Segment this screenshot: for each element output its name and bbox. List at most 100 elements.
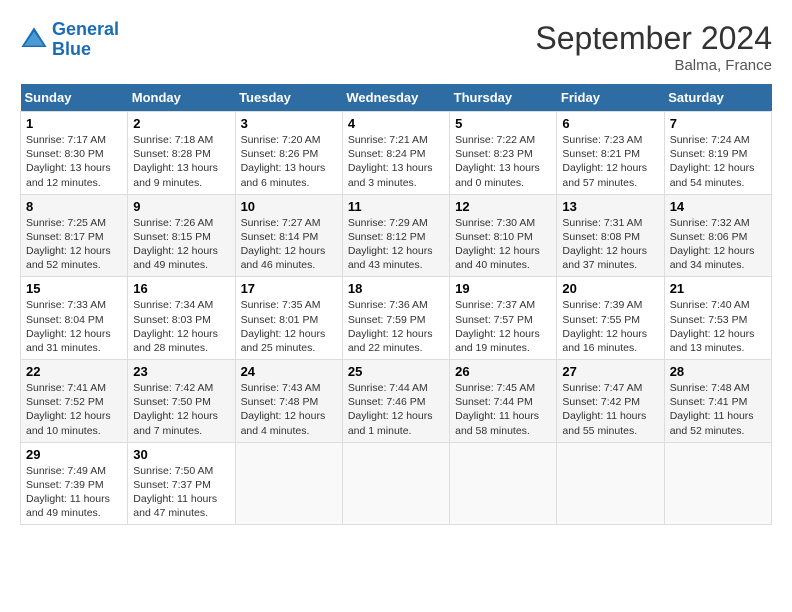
title-block: September 2024 Balma, France — [535, 20, 772, 74]
day-info: Sunrise: 7:39 AMSunset: 7:55 PMDaylight:… — [562, 299, 647, 354]
logo-icon — [20, 26, 48, 54]
day-number: 30 — [133, 447, 229, 462]
col-saturday: Saturday — [664, 84, 771, 112]
day-number: 17 — [241, 281, 337, 296]
day-info: Sunrise: 7:50 AMSunset: 7:37 PMDaylight:… — [133, 465, 217, 520]
day-number: 24 — [241, 364, 337, 379]
table-row: 21 Sunrise: 7:40 AMSunset: 7:53 PMDaylig… — [664, 277, 771, 360]
day-info: Sunrise: 7:44 AMSunset: 7:46 PMDaylight:… — [348, 382, 433, 437]
table-row: 16 Sunrise: 7:34 AMSunset: 8:03 PMDaylig… — [128, 277, 235, 360]
day-info: Sunrise: 7:22 AMSunset: 8:23 PMDaylight:… — [455, 134, 540, 189]
day-info: Sunrise: 7:41 AMSunset: 7:52 PMDaylight:… — [26, 382, 111, 437]
col-sunday: Sunday — [21, 84, 128, 112]
day-info: Sunrise: 7:31 AMSunset: 8:08 PMDaylight:… — [562, 217, 647, 272]
calendar-week-row: 29 Sunrise: 7:49 AMSunset: 7:39 PMDaylig… — [21, 442, 772, 525]
day-number: 6 — [562, 116, 658, 131]
calendar-week-row: 8 Sunrise: 7:25 AMSunset: 8:17 PMDayligh… — [21, 194, 772, 277]
month-title: September 2024 — [535, 20, 772, 57]
table-row: 15 Sunrise: 7:33 AMSunset: 8:04 PMDaylig… — [21, 277, 128, 360]
calendar-week-row: 15 Sunrise: 7:33 AMSunset: 8:04 PMDaylig… — [21, 277, 772, 360]
table-row: 17 Sunrise: 7:35 AMSunset: 8:01 PMDaylig… — [235, 277, 342, 360]
day-number: 10 — [241, 199, 337, 214]
location: Balma, France — [535, 57, 772, 74]
day-number: 23 — [133, 364, 229, 379]
day-info: Sunrise: 7:47 AMSunset: 7:42 PMDaylight:… — [562, 382, 646, 437]
day-number: 2 — [133, 116, 229, 131]
day-number: 16 — [133, 281, 229, 296]
day-info: Sunrise: 7:37 AMSunset: 7:57 PMDaylight:… — [455, 299, 540, 354]
table-row: 12 Sunrise: 7:30 AMSunset: 8:10 PMDaylig… — [450, 194, 557, 277]
col-wednesday: Wednesday — [342, 84, 449, 112]
day-number: 9 — [133, 199, 229, 214]
table-row: 14 Sunrise: 7:32 AMSunset: 8:06 PMDaylig… — [664, 194, 771, 277]
day-number: 12 — [455, 199, 551, 214]
day-number: 11 — [348, 199, 444, 214]
table-row: 6 Sunrise: 7:23 AMSunset: 8:21 PMDayligh… — [557, 112, 664, 195]
day-info: Sunrise: 7:32 AMSunset: 8:06 PMDaylight:… — [670, 217, 755, 272]
col-tuesday: Tuesday — [235, 84, 342, 112]
table-row: 18 Sunrise: 7:36 AMSunset: 7:59 PMDaylig… — [342, 277, 449, 360]
day-info: Sunrise: 7:24 AMSunset: 8:19 PMDaylight:… — [670, 134, 755, 189]
table-row: 3 Sunrise: 7:20 AMSunset: 8:26 PMDayligh… — [235, 112, 342, 195]
day-number: 4 — [348, 116, 444, 131]
day-number: 15 — [26, 281, 122, 296]
day-number: 22 — [26, 364, 122, 379]
table-row: 23 Sunrise: 7:42 AMSunset: 7:50 PMDaylig… — [128, 360, 235, 443]
day-number: 29 — [26, 447, 122, 462]
table-row — [235, 442, 342, 525]
calendar-table: Sunday Monday Tuesday Wednesday Thursday… — [20, 84, 772, 525]
day-info: Sunrise: 7:35 AMSunset: 8:01 PMDaylight:… — [241, 299, 326, 354]
table-row: 13 Sunrise: 7:31 AMSunset: 8:08 PMDaylig… — [557, 194, 664, 277]
day-info: Sunrise: 7:18 AMSunset: 8:28 PMDaylight:… — [133, 134, 218, 189]
table-row — [450, 442, 557, 525]
day-number: 19 — [455, 281, 551, 296]
day-info: Sunrise: 7:20 AMSunset: 8:26 PMDaylight:… — [241, 134, 326, 189]
day-info: Sunrise: 7:29 AMSunset: 8:12 PMDaylight:… — [348, 217, 433, 272]
day-number: 27 — [562, 364, 658, 379]
day-info: Sunrise: 7:23 AMSunset: 8:21 PMDaylight:… — [562, 134, 647, 189]
day-info: Sunrise: 7:42 AMSunset: 7:50 PMDaylight:… — [133, 382, 218, 437]
table-row: 29 Sunrise: 7:49 AMSunset: 7:39 PMDaylig… — [21, 442, 128, 525]
table-row: 19 Sunrise: 7:37 AMSunset: 7:57 PMDaylig… — [450, 277, 557, 360]
table-row — [664, 442, 771, 525]
table-row: 30 Sunrise: 7:50 AMSunset: 7:37 PMDaylig… — [128, 442, 235, 525]
day-info: Sunrise: 7:17 AMSunset: 8:30 PMDaylight:… — [26, 134, 111, 189]
day-info: Sunrise: 7:40 AMSunset: 7:53 PMDaylight:… — [670, 299, 755, 354]
col-monday: Monday — [128, 84, 235, 112]
table-row — [557, 442, 664, 525]
calendar-header-row: Sunday Monday Tuesday Wednesday Thursday… — [21, 84, 772, 112]
day-info: Sunrise: 7:49 AMSunset: 7:39 PMDaylight:… — [26, 465, 110, 520]
day-number: 21 — [670, 281, 766, 296]
day-number: 3 — [241, 116, 337, 131]
day-number: 8 — [26, 199, 122, 214]
table-row: 4 Sunrise: 7:21 AMSunset: 8:24 PMDayligh… — [342, 112, 449, 195]
table-row: 25 Sunrise: 7:44 AMSunset: 7:46 PMDaylig… — [342, 360, 449, 443]
day-info: Sunrise: 7:48 AMSunset: 7:41 PMDaylight:… — [670, 382, 754, 437]
logo: General Blue — [20, 20, 119, 60]
day-info: Sunrise: 7:43 AMSunset: 7:48 PMDaylight:… — [241, 382, 326, 437]
day-info: Sunrise: 7:25 AMSunset: 8:17 PMDaylight:… — [26, 217, 111, 272]
day-info: Sunrise: 7:27 AMSunset: 8:14 PMDaylight:… — [241, 217, 326, 272]
calendar-week-row: 1 Sunrise: 7:17 AMSunset: 8:30 PMDayligh… — [21, 112, 772, 195]
day-number: 14 — [670, 199, 766, 214]
day-number: 25 — [348, 364, 444, 379]
table-row: 22 Sunrise: 7:41 AMSunset: 7:52 PMDaylig… — [21, 360, 128, 443]
page-header: General Blue September 2024 Balma, Franc… — [20, 20, 772, 74]
table-row: 9 Sunrise: 7:26 AMSunset: 8:15 PMDayligh… — [128, 194, 235, 277]
day-info: Sunrise: 7:21 AMSunset: 8:24 PMDaylight:… — [348, 134, 433, 189]
table-row: 10 Sunrise: 7:27 AMSunset: 8:14 PMDaylig… — [235, 194, 342, 277]
calendar-week-row: 22 Sunrise: 7:41 AMSunset: 7:52 PMDaylig… — [21, 360, 772, 443]
table-row: 5 Sunrise: 7:22 AMSunset: 8:23 PMDayligh… — [450, 112, 557, 195]
day-number: 7 — [670, 116, 766, 131]
table-row: 11 Sunrise: 7:29 AMSunset: 8:12 PMDaylig… — [342, 194, 449, 277]
day-number: 20 — [562, 281, 658, 296]
col-friday: Friday — [557, 84, 664, 112]
day-number: 13 — [562, 199, 658, 214]
table-row: 26 Sunrise: 7:45 AMSunset: 7:44 PMDaylig… — [450, 360, 557, 443]
logo-blue: Blue — [52, 39, 91, 59]
day-number: 1 — [26, 116, 122, 131]
table-row: 28 Sunrise: 7:48 AMSunset: 7:41 PMDaylig… — [664, 360, 771, 443]
table-row: 20 Sunrise: 7:39 AMSunset: 7:55 PMDaylig… — [557, 277, 664, 360]
logo-text: General Blue — [52, 20, 119, 60]
day-info: Sunrise: 7:33 AMSunset: 8:04 PMDaylight:… — [26, 299, 111, 354]
